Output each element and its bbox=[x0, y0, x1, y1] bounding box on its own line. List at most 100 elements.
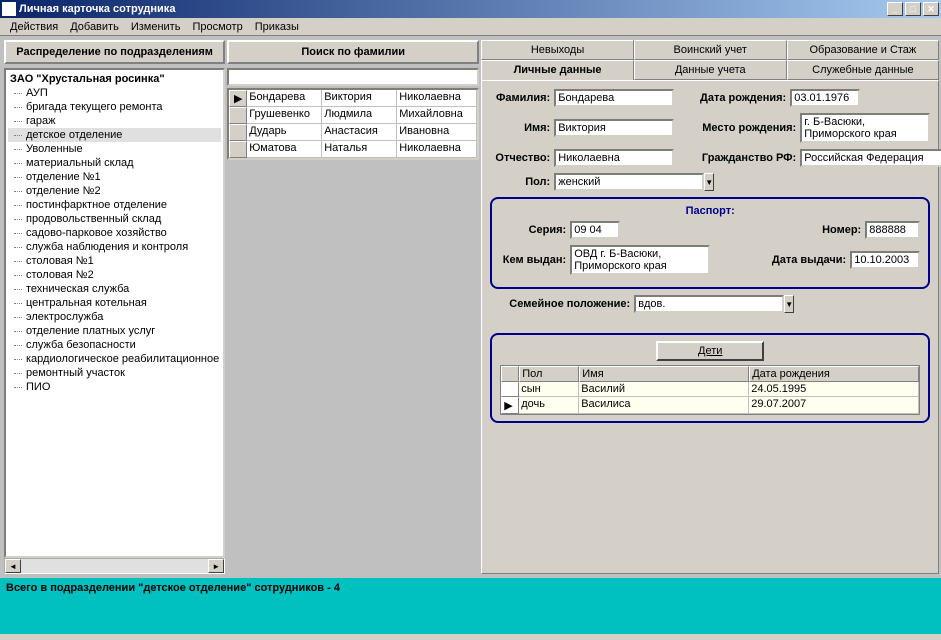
row-header[interactable] bbox=[229, 124, 247, 141]
menu-view[interactable]: Просмотр bbox=[186, 20, 248, 34]
tree-item[interactable]: столовая №2 bbox=[8, 268, 221, 282]
tree-item[interactable]: ремонтный участок bbox=[8, 366, 221, 380]
tree-scrollbar[interactable]: ◄ ► bbox=[4, 558, 225, 574]
tree-item[interactable]: служба наблюдения и контроля bbox=[8, 240, 221, 254]
grid-cell: Грушевенко bbox=[247, 107, 322, 124]
citizenship-field[interactable] bbox=[800, 149, 941, 167]
chevron-down-icon[interactable]: ▼ bbox=[784, 295, 794, 313]
sex-field[interactable] bbox=[554, 173, 704, 191]
table-row[interactable]: ▶БондареваВикторияНиколаевна bbox=[229, 90, 477, 107]
tab-service[interactable]: Служебные данные bbox=[787, 60, 940, 80]
tree-item[interactable]: отделение №2 bbox=[8, 184, 221, 198]
tree-item[interactable]: Уволенные bbox=[8, 142, 221, 156]
label-issue-date: Дата выдачи: bbox=[772, 254, 846, 266]
grid-cell: дочь bbox=[519, 397, 579, 414]
col-child-name: Имя bbox=[579, 366, 749, 382]
passport-issue-date-field[interactable] bbox=[850, 251, 920, 269]
label-citizenship: Гражданство РФ: bbox=[686, 152, 796, 164]
close-button[interactable]: ✕ bbox=[923, 2, 939, 16]
name-field[interactable] bbox=[554, 119, 674, 137]
tree-item[interactable]: продовольственный склад bbox=[8, 212, 221, 226]
tree-item[interactable]: АУП bbox=[8, 86, 221, 100]
table-row[interactable]: ЮматоваНатальяНиколаевна bbox=[229, 141, 477, 158]
search-header: Поиск по фамилии bbox=[227, 40, 479, 64]
marital-field[interactable] bbox=[634, 295, 784, 313]
grid-cell: Виктория bbox=[322, 90, 397, 107]
label-patronymic: Отчество: bbox=[490, 152, 550, 164]
children-group: Дети Пол Имя Дата рождения сынВасилий24.… bbox=[490, 333, 930, 423]
col-child-dob: Дата рождения bbox=[749, 366, 919, 382]
scroll-right-icon[interactable]: ► bbox=[208, 559, 224, 573]
menu-orders[interactable]: Приказы bbox=[249, 20, 305, 34]
col-child-sex: Пол bbox=[519, 366, 579, 382]
tree-item[interactable]: бригада текущего ремонта bbox=[8, 100, 221, 114]
scroll-left-icon[interactable]: ◄ bbox=[5, 559, 21, 573]
grid-cell: Наталья bbox=[322, 141, 397, 158]
maximize-button[interactable]: □ bbox=[905, 2, 921, 16]
table-row[interactable]: ▶дочьВасилиса29.07.2007 bbox=[501, 397, 919, 414]
grid-cell: Василиса bbox=[579, 397, 749, 414]
row-header[interactable] bbox=[229, 141, 247, 158]
row-header[interactable] bbox=[501, 382, 519, 397]
tab-absences[interactable]: Невыходы bbox=[481, 40, 634, 60]
tree-item[interactable]: материальный склад bbox=[8, 156, 221, 170]
dob-field[interactable] bbox=[790, 89, 860, 107]
menu-edit[interactable]: Изменить bbox=[125, 20, 187, 34]
tree-item[interactable]: кардиологическое реабилитационное bbox=[8, 352, 221, 366]
tree-item[interactable]: отделение №1 bbox=[8, 170, 221, 184]
tree-root[interactable]: ЗАО "Хрустальная росинка" bbox=[8, 72, 221, 86]
tree-item[interactable]: центральная котельная bbox=[8, 296, 221, 310]
row-header[interactable]: ▶ bbox=[229, 90, 247, 107]
grid-cell: Бондарева bbox=[247, 90, 322, 107]
tab-account[interactable]: Данные учета bbox=[634, 60, 787, 80]
passport-issued-by-field[interactable]: ОВД г. Б-Васюки, Приморского края bbox=[570, 245, 710, 275]
table-row[interactable]: ДударьАнастасияИвановна bbox=[229, 124, 477, 141]
tree-item[interactable]: гараж bbox=[8, 114, 221, 128]
tab-personal[interactable]: Личные данные bbox=[481, 60, 634, 80]
surname-field[interactable] bbox=[554, 89, 674, 107]
grid-cell: 24.05.1995 bbox=[749, 382, 919, 397]
grid-cell: Людмила bbox=[322, 107, 397, 124]
table-row[interactable]: ГрушевенкоЛюдмилаМихайловна bbox=[229, 107, 477, 124]
departments-header: Распределение по подразделениям bbox=[4, 40, 225, 64]
tab-military[interactable]: Воинский учет bbox=[634, 40, 787, 60]
grid-cell: Михайловна bbox=[397, 107, 477, 124]
menu-actions[interactable]: Действия bbox=[4, 20, 64, 34]
tree-item[interactable]: служба безопасности bbox=[8, 338, 221, 352]
grid-cell: Николаевна bbox=[397, 90, 477, 107]
label-issued-by: Кем выдан: bbox=[500, 254, 566, 266]
title-bar: Личная карточка сотрудника _ □ ✕ bbox=[0, 0, 941, 18]
row-header[interactable]: ▶ bbox=[501, 397, 519, 414]
row-header[interactable] bbox=[229, 107, 247, 124]
tree-item[interactable]: детское отделение bbox=[8, 128, 221, 142]
children-button[interactable]: Дети bbox=[656, 341, 764, 361]
chevron-down-icon[interactable]: ▼ bbox=[704, 173, 714, 191]
label-series: Серия: bbox=[500, 224, 566, 236]
passport-title: Паспорт: bbox=[500, 205, 920, 217]
menu-add[interactable]: Добавить bbox=[64, 20, 125, 34]
children-grid[interactable]: Пол Имя Дата рождения сынВасилий24.05.19… bbox=[500, 365, 920, 415]
passport-number-field[interactable] bbox=[865, 221, 920, 239]
table-row[interactable]: сынВасилий24.05.1995 bbox=[501, 382, 919, 397]
tree-item[interactable]: постинфарктное отделение bbox=[8, 198, 221, 212]
status-bar: Всего в подразделении "детское отделение… bbox=[0, 578, 941, 634]
passport-group: Паспорт: Серия: Номер: Кем выдан: ОВД г.… bbox=[490, 197, 930, 289]
minimize-button[interactable]: _ bbox=[887, 2, 903, 16]
tab-education[interactable]: Образование и Стаж bbox=[787, 40, 940, 60]
label-surname: Фамилия: bbox=[490, 92, 550, 104]
window-title: Личная карточка сотрудника bbox=[19, 3, 885, 15]
tree-item[interactable]: ПИО bbox=[8, 380, 221, 394]
employee-grid[interactable]: ▶БондареваВикторияНиколаевнаГрушевенкоЛю… bbox=[227, 88, 479, 160]
departments-tree[interactable]: ЗАО "Хрустальная росинка" АУПбригада тек… bbox=[4, 68, 225, 558]
app-icon bbox=[2, 2, 16, 16]
tree-item[interactable]: садово-парковое хозяйство bbox=[8, 226, 221, 240]
pob-field[interactable]: г. Б-Васюки, Приморского края bbox=[800, 113, 930, 143]
passport-series-field[interactable] bbox=[570, 221, 620, 239]
tree-item[interactable]: столовая №1 bbox=[8, 254, 221, 268]
label-marital: Семейное положение: bbox=[490, 298, 630, 310]
search-input[interactable] bbox=[227, 68, 479, 86]
tree-item[interactable]: техническая служба bbox=[8, 282, 221, 296]
tree-item[interactable]: электрослужба bbox=[8, 310, 221, 324]
tree-item[interactable]: отделение платных услуг bbox=[8, 324, 221, 338]
patronymic-field[interactable] bbox=[554, 149, 674, 167]
